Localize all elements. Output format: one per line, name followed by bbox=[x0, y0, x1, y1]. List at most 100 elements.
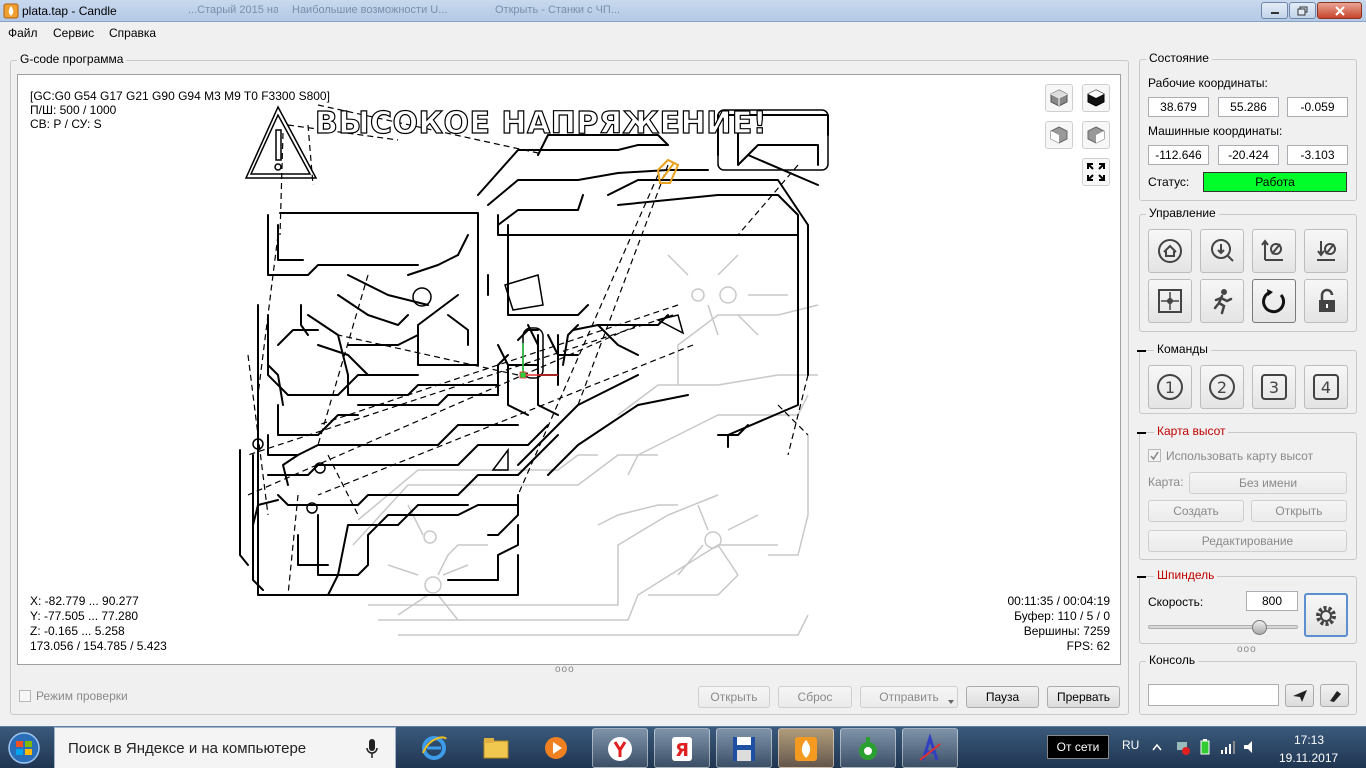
pause-button[interactable]: Пауза bbox=[966, 686, 1039, 708]
status-label: Статус: bbox=[1148, 175, 1190, 189]
spindle-toggle-button[interactable] bbox=[1304, 593, 1348, 637]
collapse-icon[interactable] bbox=[1137, 350, 1146, 352]
check-mode-checkbox[interactable] bbox=[19, 690, 31, 702]
wifi-signal-icon[interactable] bbox=[1220, 739, 1236, 755]
machine-y-field: -20.424 bbox=[1218, 145, 1279, 165]
fit-view-button[interactable] bbox=[1082, 158, 1110, 186]
taskbar-yandex[interactable]: Я bbox=[654, 728, 710, 768]
check-mode-label: Режим проверки bbox=[36, 689, 128, 703]
reset-file-button[interactable]: Сброс bbox=[778, 686, 852, 708]
menu-file[interactable]: Файл bbox=[8, 26, 38, 40]
menu-service[interactable]: Сервис bbox=[53, 26, 94, 40]
viewport-splitter-handle[interactable]: ooo bbox=[555, 664, 575, 675]
view-iso-button[interactable] bbox=[1045, 84, 1073, 112]
machine-x-field: -112.646 bbox=[1148, 145, 1209, 165]
microphone-icon[interactable] bbox=[365, 738, 379, 760]
command-2-label: 2 bbox=[1217, 378, 1227, 397]
spindle-speed-field[interactable]: 800 bbox=[1246, 591, 1298, 611]
abort-button[interactable]: Прервать bbox=[1047, 686, 1120, 708]
buffer-stats: Буфер: 110 / 5 / 0 bbox=[1014, 609, 1110, 623]
bounds-size: 173.056 / 154.785 / 5.423 bbox=[30, 639, 167, 653]
zero-xy-button[interactable] bbox=[1252, 229, 1296, 273]
vertex-count: Вершины: 7259 bbox=[1023, 624, 1110, 638]
input-language-indicator[interactable]: RU bbox=[1122, 738, 1139, 752]
taskbar-cad-app[interactable] bbox=[902, 728, 958, 768]
machine-z-field: -3.103 bbox=[1287, 145, 1348, 165]
slider-handle[interactable] bbox=[1252, 620, 1267, 635]
console-clear-button[interactable] bbox=[1320, 684, 1349, 707]
folder-icon bbox=[483, 738, 509, 759]
clock-time[interactable]: 17:13 bbox=[1294, 733, 1324, 747]
cube-side-icon bbox=[1087, 126, 1105, 144]
floppy-disk-icon bbox=[733, 737, 755, 761]
create-heightmap-button[interactable]: Создать bbox=[1148, 500, 1244, 522]
taskbar-green-app[interactable] bbox=[840, 728, 896, 768]
view-front-button[interactable] bbox=[1045, 121, 1073, 149]
green-app-icon bbox=[859, 737, 877, 760]
restore-origin-button[interactable] bbox=[1148, 279, 1192, 323]
restore-icon bbox=[1297, 6, 1307, 16]
gcode-3d-viewport[interactable]: ВЫСОКОЕ НАПРЯЖЕНИЕ! [GC:G0 G54 G17 G21 G… bbox=[17, 74, 1121, 665]
home-button[interactable] bbox=[1148, 229, 1192, 273]
console-send-button[interactable] bbox=[1285, 684, 1314, 707]
job-time: 00:11:35 / 00:04:19 bbox=[1007, 594, 1110, 608]
minimize-button[interactable] bbox=[1261, 2, 1288, 19]
send-file-button[interactable]: Отправить bbox=[860, 686, 958, 708]
taskbar-internet-explorer[interactable] bbox=[406, 728, 462, 768]
fps-counter: FPS: 62 bbox=[1066, 639, 1110, 653]
clock-date[interactable]: 19.11.2017 bbox=[1279, 751, 1338, 765]
taskbar-save-app[interactable] bbox=[716, 728, 772, 768]
close-button[interactable] bbox=[1317, 2, 1362, 19]
menu-help[interactable]: Справка bbox=[109, 26, 156, 40]
taskbar: Поиск в Яндексе и на компьютере Я bbox=[0, 726, 1366, 768]
safe-position-button[interactable] bbox=[1200, 279, 1244, 323]
commands-title: Команды bbox=[1154, 342, 1211, 356]
cad-app-icon bbox=[919, 734, 941, 761]
zero-z-button[interactable] bbox=[1304, 229, 1348, 273]
taskbar-yandex-browser[interactable] bbox=[592, 728, 648, 768]
reset-button[interactable] bbox=[1252, 279, 1296, 323]
taskbar-media-player[interactable] bbox=[528, 728, 584, 768]
right-panel-splitter-handle[interactable]: ooo bbox=[1237, 644, 1257, 655]
network-error-icon[interactable] bbox=[1176, 741, 1190, 755]
open-heightmap-button[interactable]: Открыть bbox=[1251, 500, 1347, 522]
open-file-button[interactable]: Открыть bbox=[698, 686, 770, 708]
cube-front-icon bbox=[1050, 126, 1068, 144]
collapse-icon[interactable] bbox=[1137, 576, 1146, 578]
taskbar-explorer[interactable] bbox=[468, 728, 524, 768]
heightmap-name-field[interactable]: Без имени bbox=[1189, 472, 1347, 494]
collapse-icon[interactable] bbox=[1137, 432, 1146, 434]
search-placeholder: Поиск в Яндексе и на компьютере bbox=[68, 740, 307, 757]
status-value: Работа bbox=[1203, 172, 1347, 192]
bounds-y: Y: -77.505 ... 77.280 bbox=[30, 609, 139, 623]
unlock-icon bbox=[1319, 288, 1335, 312]
battery-icon[interactable] bbox=[1200, 739, 1210, 755]
probe-z-button[interactable] bbox=[1200, 229, 1244, 273]
running-man-icon bbox=[1213, 289, 1233, 315]
spindle-speed-label: Скорость: bbox=[1148, 595, 1204, 609]
windows-start-icon[interactable] bbox=[4, 730, 44, 766]
state-title: Состояние bbox=[1146, 51, 1212, 65]
user-command-3[interactable]: 3 bbox=[1252, 365, 1296, 409]
gcode-state-line: [GC:G0 G54 G17 G21 G90 G94 M3 M9 T0 F330… bbox=[30, 89, 330, 103]
volume-icon[interactable] bbox=[1242, 739, 1258, 755]
console-command-input[interactable] bbox=[1148, 684, 1279, 706]
user-command-1[interactable]: 1 bbox=[1148, 365, 1192, 409]
tray-expand-icon[interactable] bbox=[1152, 743, 1162, 751]
spindle-gear-icon bbox=[1316, 606, 1336, 626]
maximize-button[interactable] bbox=[1289, 2, 1316, 19]
yandex-search-box[interactable]: Поиск в Яндексе и на компьютере bbox=[54, 727, 396, 768]
yandex-icon: Я bbox=[672, 737, 692, 761]
command-3-label: 3 bbox=[1269, 378, 1279, 397]
view-top-button[interactable] bbox=[1082, 84, 1110, 112]
view-left-button[interactable] bbox=[1082, 121, 1110, 149]
user-command-4[interactable]: 4 bbox=[1304, 365, 1348, 409]
user-command-2[interactable]: 2 bbox=[1200, 365, 1244, 409]
use-heightmap-label: Использовать карту высот bbox=[1166, 449, 1314, 463]
internet-explorer-icon bbox=[422, 736, 447, 760]
edit-heightmap-button[interactable]: Редактирование bbox=[1148, 530, 1347, 552]
taskbar-candle[interactable] bbox=[778, 728, 834, 768]
unlock-button[interactable] bbox=[1304, 279, 1348, 323]
use-heightmap-checkbox[interactable] bbox=[1148, 449, 1161, 462]
spindle-speed-slider[interactable] bbox=[1148, 620, 1298, 635]
